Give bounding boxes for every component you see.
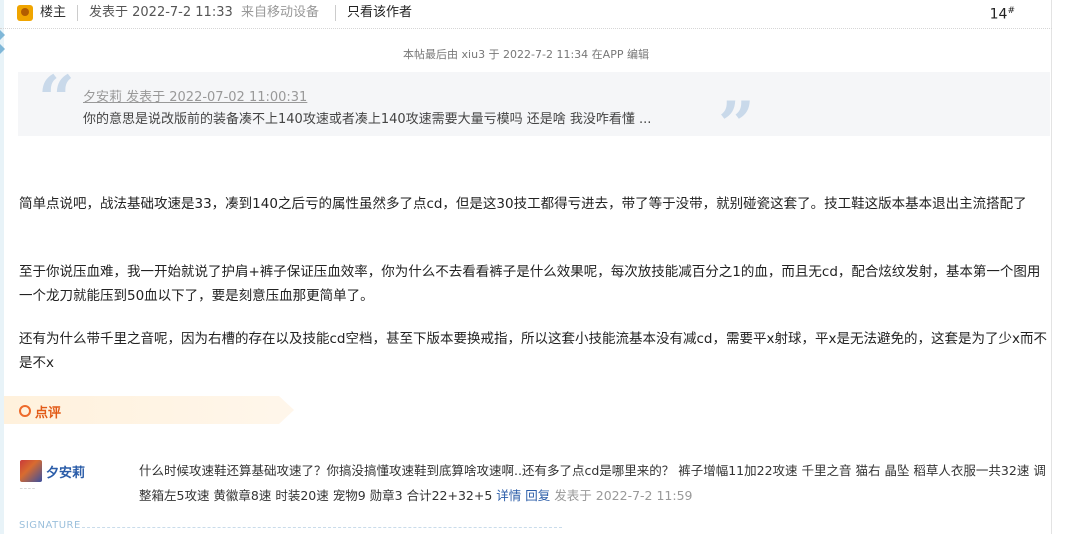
post-header: 楼主 发表于 2022-7-2 11:33 来自移动设备 只看该作者 14#	[0, 0, 1052, 29]
post-time: 发表于 2022-7-2 11:33	[89, 5, 233, 20]
left-edge-strip	[0, 0, 4, 534]
comment-section-tab: 点评	[4, 396, 294, 424]
header-divider	[77, 5, 78, 21]
signature-label: SIGNATURE	[19, 520, 81, 531]
quote-author-link[interactable]: 夕安莉 发表于 2022-07-02 11:00:31	[83, 86, 307, 105]
host-icon	[17, 5, 33, 21]
right-border	[1051, 0, 1052, 534]
author-role-label: 楼主	[40, 5, 67, 20]
quote-text: 你的意思是说改版前的装备凑不上140攻速或者凑上140攻速需要大量亏模吗 还是啥…	[83, 112, 652, 127]
quote-block: “ 夕安莉 发表于 2022-07-02 11:00:31 你的意思是说改版前的…	[18, 68, 1050, 158]
open-quote-icon: “	[38, 62, 75, 137]
author-only-link[interactable]: 只看该作者	[347, 5, 412, 21]
post-paragraph: 还有为什么带千里之音呢，因为右槽的存在以及技能cd空档，甚至下版本要换戒指，所以…	[19, 331, 1047, 371]
comment-body: 什么时候攻速鞋还算基础攻速了？你搞没搞懂攻速鞋到底算啥攻速啊..还有多了点cd是…	[139, 458, 1051, 508]
comment-detail-link[interactable]: 详情	[496, 488, 521, 503]
edit-note: 本帖最后由 xiu3 于 2022-7-2 11:34 在APP 编辑	[403, 48, 649, 61]
post-page: 楼主 发表于 2022-7-2 11:33 来自移动设备 只看该作者 14# 本…	[0, 0, 1069, 534]
commenter-name-link[interactable]: 夕安莉	[46, 462, 85, 481]
floor-mark: #	[1007, 6, 1015, 16]
comment-section-label: 点评	[35, 406, 62, 421]
avatar-caption: _ _ _ _	[20, 483, 35, 489]
commenter-avatar[interactable]	[20, 460, 42, 482]
signature-divider	[82, 527, 562, 528]
device-label: 来自移动设备	[241, 5, 320, 20]
post-paragraph: 简单点说吧，战法基础攻速是33，凑到140之后亏的属性虽然多了点cd，但是这30…	[19, 196, 1027, 212]
comment-circle-icon	[19, 405, 31, 417]
comment-time: 发表于 2022-7-2 11:59	[554, 488, 693, 503]
close-quote-icon: ”	[718, 88, 755, 163]
floor-number[interactable]: 14#	[990, 6, 1015, 23]
left-edge-marker	[0, 30, 5, 40]
header-divider	[335, 5, 336, 21]
floor-number-value: 14	[989, 6, 1008, 23]
post-paragraph: 至于你说压血难，我一开始就说了护肩+裤子保证压血效率，你为什么不去看看裤子是什么…	[19, 264, 1041, 304]
comment-reply-link[interactable]: 回复	[525, 488, 550, 503]
